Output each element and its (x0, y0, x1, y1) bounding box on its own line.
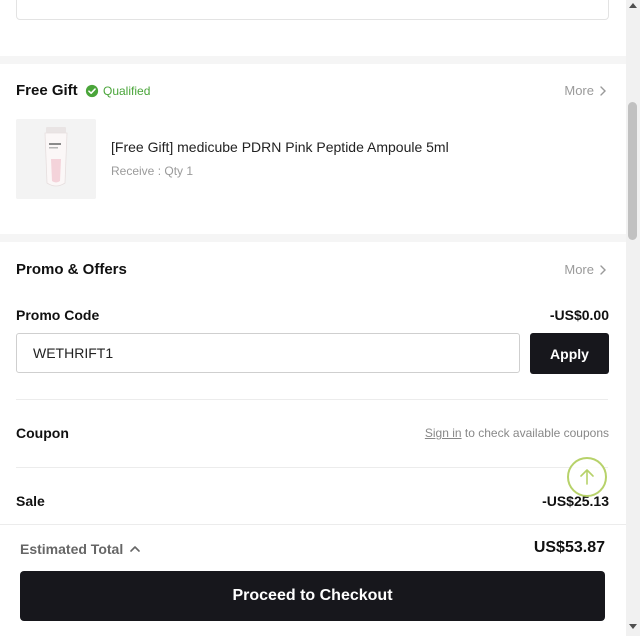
previous-section-box (16, 0, 609, 20)
vertical-scrollbar[interactable] (626, 0, 640, 636)
estimated-total-toggle[interactable]: Estimated Total (20, 541, 141, 557)
promo-code-label: Promo Code (16, 307, 100, 323)
gift-product-name[interactable]: [Free Gift] medicube PDRN Pink Peptide A… (111, 139, 449, 155)
coupon-label: Coupon (16, 425, 69, 441)
scroll-down-arrow[interactable] (626, 622, 640, 634)
scroll-to-top-button[interactable] (567, 457, 607, 497)
chevron-up-icon (130, 546, 141, 552)
coupon-hint-text: to check available coupons (461, 426, 609, 440)
checkout-footer: Estimated Total US$53.87 Proceed to Chec… (0, 524, 626, 636)
apply-button[interactable]: Apply (530, 333, 609, 374)
more-label: More (564, 83, 594, 98)
free-gift-more-link[interactable]: More (564, 83, 608, 98)
check-badge-icon (85, 84, 99, 98)
arrow-up-icon (580, 469, 594, 485)
promo-more-link[interactable]: More (564, 262, 608, 277)
estimated-total-value: US$53.87 (533, 539, 605, 556)
scrollbar-thumb[interactable] (628, 102, 637, 240)
chevron-right-icon (600, 264, 606, 275)
ampoule-tube-image (16, 119, 96, 199)
cart-page: Free Gift Qualified More [Free Gift] med… (0, 0, 626, 636)
section-divider (0, 56, 626, 64)
triangle-up-icon (629, 3, 637, 8)
scroll-up-arrow[interactable] (626, 2, 640, 14)
qualified-label: Qualified (103, 84, 151, 98)
gift-product-qty: Receive : Qty 1 (111, 164, 194, 178)
promo-code-input[interactable] (16, 333, 520, 373)
gift-product-image[interactable] (16, 119, 96, 199)
section-divider (0, 234, 626, 242)
sign-in-link[interactable]: Sign in (425, 426, 462, 440)
promo-offers-title: Promo & Offers (16, 261, 127, 278)
qualified-badge: Qualified (85, 84, 150, 98)
promo-code-discount: -US$0.00 (549, 307, 609, 323)
row-divider (16, 399, 608, 400)
proceed-to-checkout-button[interactable]: Proceed to Checkout (20, 571, 605, 621)
triangle-down-icon (629, 624, 637, 629)
row-divider (16, 467, 608, 468)
chevron-right-icon (600, 85, 606, 96)
coupon-hint: Sign in to check available coupons (425, 426, 609, 440)
more-label: More (564, 262, 594, 277)
sale-discount: -US$25.13 (542, 493, 609, 509)
free-gift-title: Free Gift (16, 82, 78, 99)
sale-label: Sale (16, 493, 45, 509)
estimated-total-label: Estimated Total (20, 541, 124, 557)
